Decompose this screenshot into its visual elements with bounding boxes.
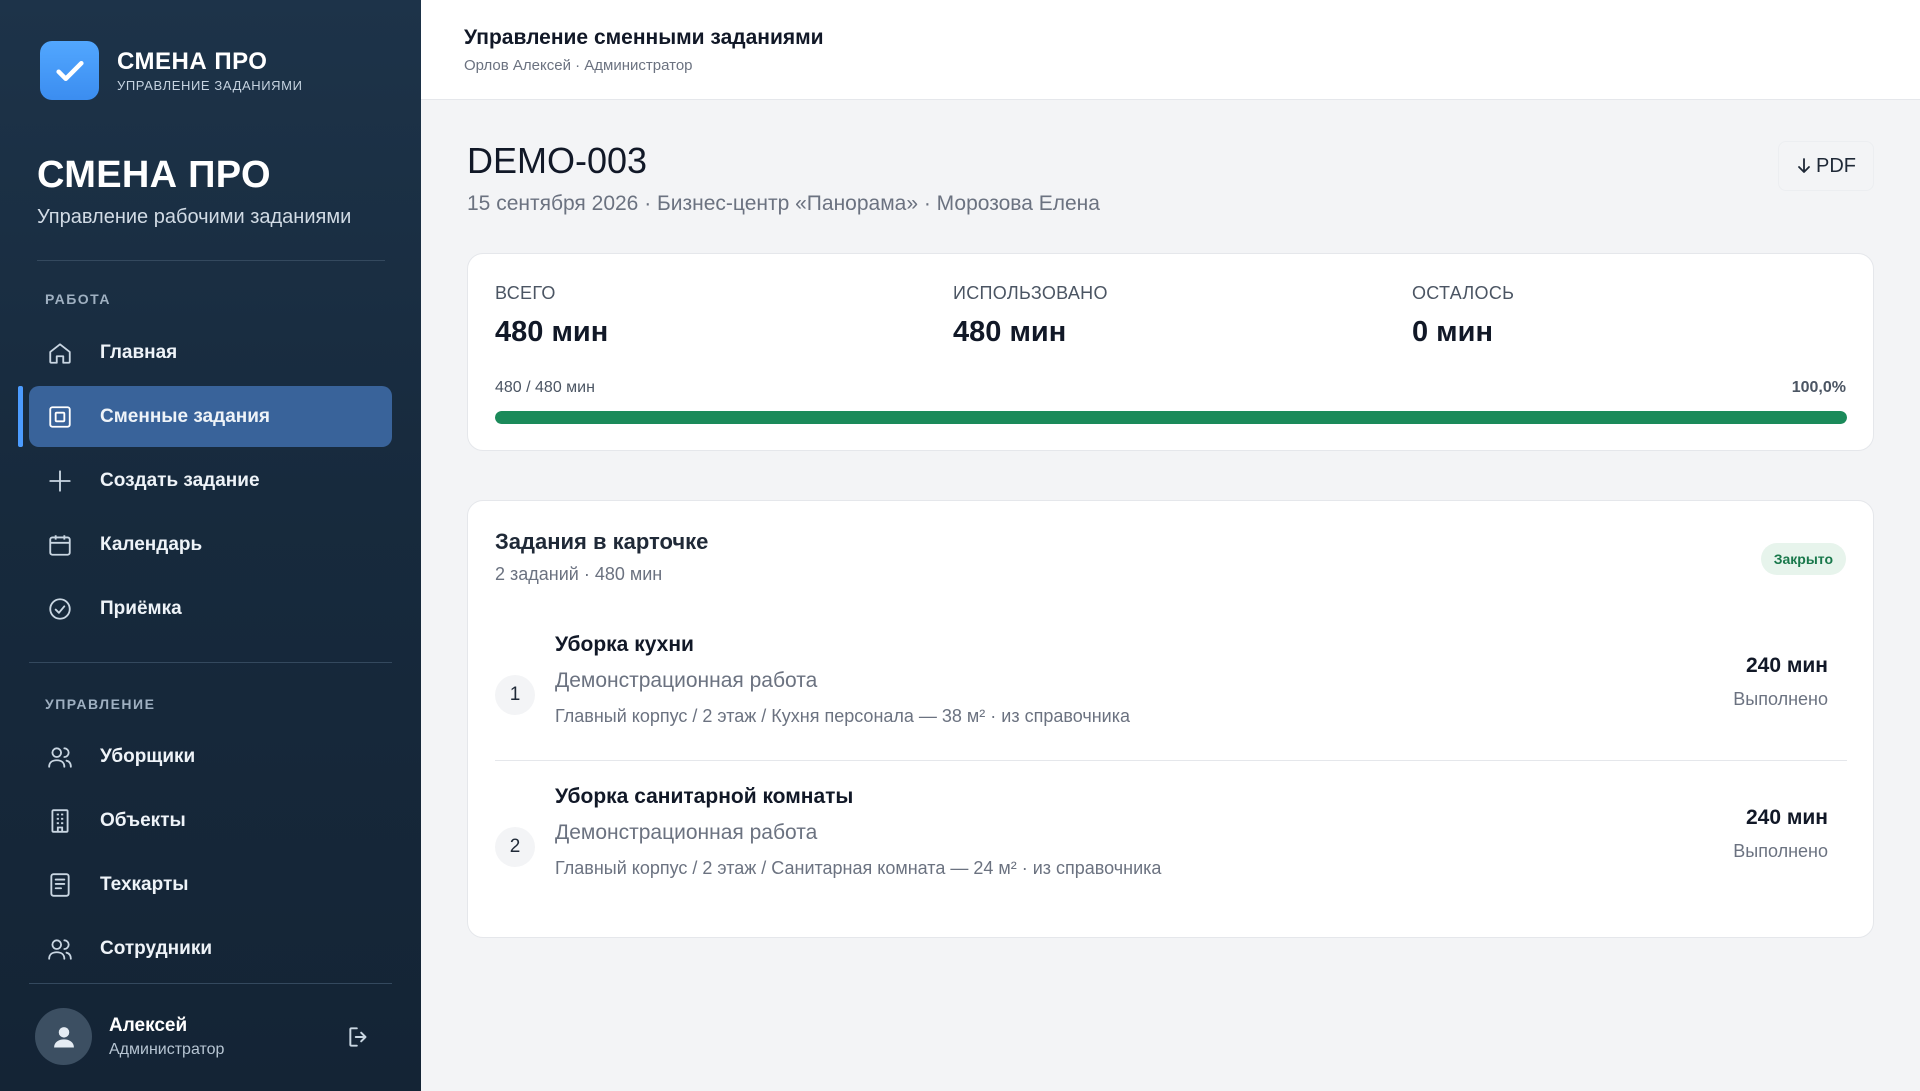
task-duration: 240 мин <box>1745 654 1828 677</box>
page-subtitle: Орлов Алексей · Администратор <box>464 57 693 74</box>
brand-name: СМЕНА ПРО <box>117 47 268 75</box>
nav-item-create-task[interactable]: Создать задание <box>29 450 392 511</box>
check-circle-icon <box>46 595 74 623</box>
user-role: Администратор <box>109 1040 225 1058</box>
task-type: Демонстрационная работа <box>555 669 818 692</box>
nav-label: Техкарты <box>100 873 189 895</box>
nav-item-home[interactable]: Главная <box>29 322 392 383</box>
nav-label: Сменные задания <box>100 405 270 427</box>
nav-item-employees[interactable]: Сотрудники <box>29 918 392 979</box>
progress-bar <box>495 411 1847 424</box>
nav-label: Уборщики <box>100 745 196 767</box>
nav-label: Создать задание <box>100 469 260 491</box>
sidebar-subtitle: Управление рабочими заданиями <box>37 206 352 228</box>
users-icon <box>46 743 74 771</box>
task-duration: 240 мин <box>1745 806 1828 829</box>
brand-subtitle: УПРАВЛЕНИЕ ЗАДАНИЯМИ <box>117 77 303 93</box>
nav-item-shift-tasks[interactable]: Сменные задания <box>29 386 392 447</box>
plus-icon <box>46 467 74 495</box>
sidebar: СМЕНА ПРО УПРАВЛЕНИЕ ЗАДАНИЯМИ СМЕНА ПРО… <box>0 0 421 1091</box>
nav-label: Главная <box>100 341 178 363</box>
progress-percent: 100,0% <box>1791 379 1846 396</box>
sidebar-divider <box>29 983 392 984</box>
user-profile[interactable]: Алексей Администратор <box>35 1008 224 1065</box>
task-type: Демонстрационная работа <box>555 821 818 844</box>
brand[interactable]: СМЕНА ПРО УПРАВЛЕНИЕ ЗАДАНИЯМИ <box>40 41 303 100</box>
tasks-title: Задания в карточке <box>495 529 709 554</box>
nav-item-cleaners[interactable]: Уборщики <box>29 726 392 787</box>
task-status: Выполнено <box>1733 841 1828 861</box>
nav-item-techcards[interactable]: Техкарты <box>29 854 392 915</box>
task-name: Уборка кухни <box>555 633 694 656</box>
stat-value: 480 мин <box>495 316 609 348</box>
task-location: Главный корпус / 2 этаж / Санитарная ком… <box>555 858 1162 878</box>
stat-label: ИСПОЛЬЗОВАНО <box>953 283 1108 303</box>
checkmark-logo-icon <box>40 41 99 100</box>
status-badge: Закрыто <box>1760 543 1846 575</box>
task-row[interactable]: 2 Уборка санитарной комнаты Демонстрацио… <box>495 785 1847 937</box>
stat-label: ВСЕГО <box>495 283 556 303</box>
summary-panel: ВСЕГО 480 мин ИСПОЛЬЗОВАНО 480 мин ОСТАЛ… <box>467 253 1874 451</box>
nav-label: Сотрудники <box>100 937 213 959</box>
stat-value: 0 мин <box>1412 316 1493 348</box>
nav-label: Приёмка <box>100 597 182 619</box>
nav-item-objects[interactable]: Объекты <box>29 790 392 851</box>
active-nav-indicator <box>18 386 23 447</box>
stat-value: 480 мин <box>953 316 1067 348</box>
nav-label: Календарь <box>100 533 203 555</box>
home-icon <box>46 339 74 367</box>
stat-label: ОСТАЛОСЬ <box>1412 283 1515 303</box>
progress-text: 480 / 480 мин <box>495 379 595 396</box>
section-label-work: РАБОТА <box>45 291 111 307</box>
topbar: Управление сменными заданиями Орлов Алек… <box>421 0 1920 100</box>
progress-fill <box>495 411 1847 424</box>
stat-used: ИСПОЛЬЗОВАНО 480 мин <box>953 283 1108 349</box>
logout-icon[interactable] <box>344 1022 374 1052</box>
building-icon <box>46 807 74 835</box>
user-icon <box>53 1026 74 1047</box>
tasks-subtitle: 2 заданий · 480 мин <box>495 564 663 584</box>
task-row[interactable]: 1 Уборка кухни Демонстрационная работа Г… <box>495 633 1847 785</box>
document-icon <box>46 871 74 899</box>
sidebar-divider <box>37 260 385 261</box>
arrow-down-icon <box>1798 158 1810 173</box>
task-number: 2 <box>495 827 535 867</box>
stat-remaining: ОСТАЛОСЬ 0 мин <box>1412 283 1514 349</box>
avatar <box>35 1008 92 1065</box>
task-location: Главный корпус / 2 этаж / Кухня персонал… <box>555 706 1131 726</box>
calendar-icon <box>46 531 74 559</box>
task-name: Уборка санитарной комнаты <box>555 785 854 808</box>
card-meta: 15 сентября 2026 · Бизнес-центр «Панорам… <box>467 192 1100 215</box>
pdf-download-button[interactable]: PDF <box>1778 141 1874 191</box>
users-icon <box>46 935 74 963</box>
page-title: Управление сменными заданиями <box>464 26 824 49</box>
card-title: DEMO-003 <box>467 140 648 181</box>
stat-total: ВСЕГО 480 мин <box>495 283 608 349</box>
task-divider <box>495 760 1847 761</box>
sidebar-divider <box>29 662 392 663</box>
tasks-panel: Задания в карточке 2 заданий · 480 мин З… <box>467 500 1874 938</box>
pdf-label: PDF <box>1816 154 1856 177</box>
section-label-management: УПРАВЛЕНИЕ <box>45 696 156 712</box>
nav-item-acceptance[interactable]: Приёмка <box>29 578 392 639</box>
user-name: Алексей <box>109 1014 188 1036</box>
task-number: 1 <box>495 675 535 715</box>
sidebar-title: СМЕНА ПРО <box>37 154 271 196</box>
nav-label: Объекты <box>100 809 186 831</box>
task-status: Выполнено <box>1733 689 1828 709</box>
clipboard-icon <box>46 403 74 431</box>
nav-item-calendar[interactable]: Календарь <box>29 514 392 575</box>
